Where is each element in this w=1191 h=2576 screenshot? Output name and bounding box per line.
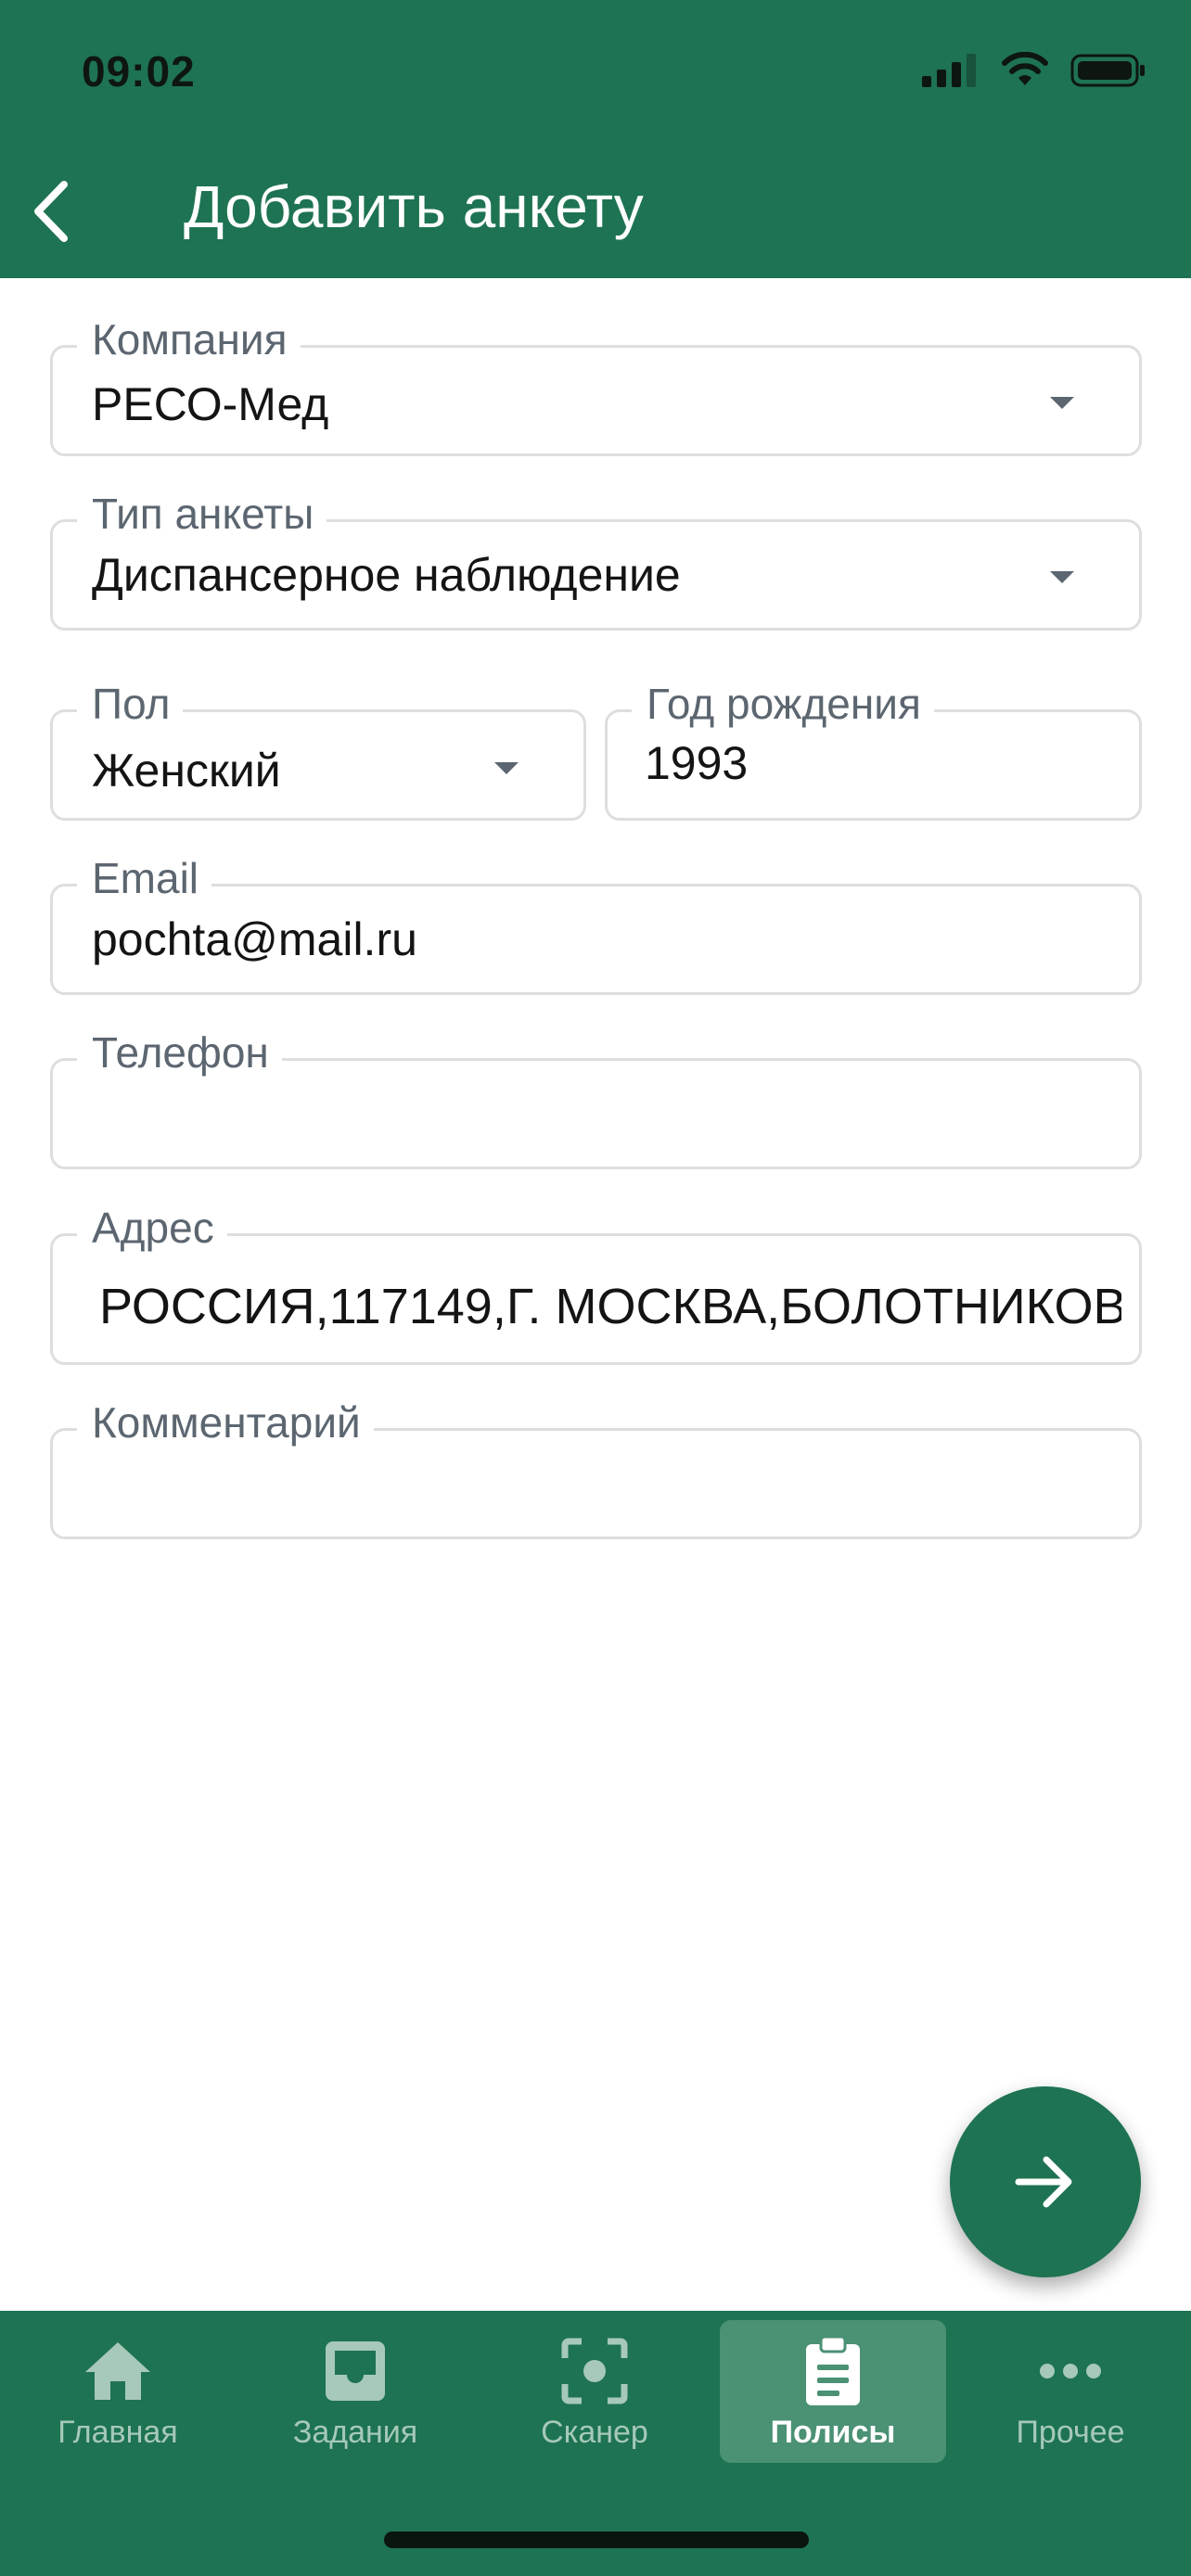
comment-field[interactable]: Комментарий — [50, 1396, 1142, 1539]
email-label: Email — [77, 851, 212, 905]
birth-year-input[interactable]: Год рождения 1993 — [605, 677, 1142, 821]
birth-year-value: 1993 — [645, 737, 749, 789]
nav-label-tasks: Задания — [292, 2415, 418, 2450]
nav-item-home[interactable]: Главная — [20, 2311, 215, 2459]
address-label: Адрес — [77, 1201, 227, 1255]
app-header: 09:02 Добавить анкету — [0, 0, 1191, 278]
nav-label-scanner: Сканер — [541, 2415, 648, 2450]
survey-type-value: Диспансерное наблюдение — [92, 549, 681, 601]
chevron-down-icon[interactable] — [494, 762, 519, 774]
clipboard-icon — [806, 2335, 860, 2405]
company-select[interactable]: Компания РЕСО-Мед — [50, 312, 1142, 456]
more-icon — [1040, 2364, 1101, 2378]
company-value: РЕСО-Мед — [92, 378, 329, 430]
next-button[interactable] — [950, 2086, 1141, 2277]
gender-value: Женский — [92, 745, 281, 797]
address-field[interactable]: Адрес РОССИЯ,117149,Г. МОСКВА,БОЛОТНИКОВ… — [50, 1201, 1142, 1365]
chevron-down-icon[interactable] — [1050, 571, 1074, 583]
home-indicator — [384, 2531, 809, 2548]
home-icon — [85, 2342, 150, 2400]
email-value: pochta@mail.ru — [92, 913, 417, 965]
survey-type-select[interactable]: Тип анкеты Диспансерное наблюдение — [50, 487, 1142, 631]
comment-label: Комментарий — [77, 1396, 374, 1449]
email-field[interactable]: Email pochta@mail.ru — [50, 851, 1142, 995]
phone-field[interactable]: Телефон — [50, 1026, 1142, 1169]
page-title: Добавить анкету — [184, 173, 644, 240]
nav-label-policies: Полисы — [770, 2415, 896, 2450]
inbox-icon — [326, 2341, 385, 2401]
nav-item-tasks[interactable]: Задания — [258, 2311, 453, 2459]
chevron-left-icon — [34, 181, 68, 242]
nav-item-more[interactable]: Прочее — [972, 2311, 1169, 2459]
phone-label: Телефон — [77, 1026, 282, 1079]
address-value: РОССИЯ,117149,Г. МОСКВА,БОЛОТНИКОВСКАЯ — [99, 1279, 1121, 1334]
status-icons — [922, 52, 1146, 89]
status-time: 09:02 — [82, 47, 196, 96]
nav-item-policies[interactable]: Полисы — [720, 2320, 946, 2463]
nav-label-more: Прочее — [1016, 2415, 1125, 2450]
nav-label-home: Главная — [58, 2415, 178, 2450]
gender-label: Пол — [77, 677, 184, 731]
gender-select[interactable]: Пол Женский — [50, 677, 586, 821]
nav-item-scanner[interactable]: Сканер — [497, 2311, 692, 2459]
survey-type-label: Тип анкеты — [77, 487, 327, 541]
arrow-right-icon — [1015, 2156, 1072, 2208]
wifi-icon — [1002, 52, 1048, 85]
battery-icon — [1070, 54, 1145, 87]
back-button[interactable] — [20, 176, 80, 247]
chevron-down-icon[interactable] — [1050, 397, 1074, 409]
cellular-signal-icon — [922, 54, 976, 87]
birth-year-label: Год рождения — [632, 677, 934, 731]
company-label: Компания — [77, 312, 301, 366]
scanner-icon — [561, 2338, 628, 2404]
